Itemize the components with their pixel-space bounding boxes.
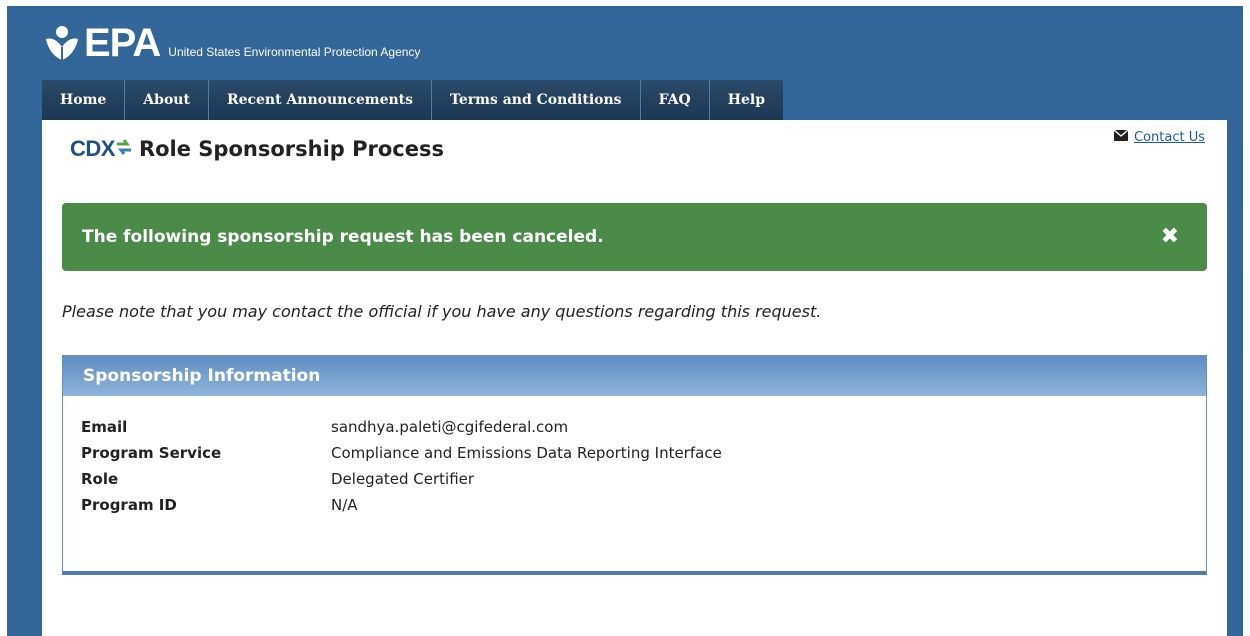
main-nav: Home About Recent Announcements Terms an…	[42, 80, 783, 120]
info-row-role: Role Delegated Certifier	[81, 466, 1206, 492]
nav-about[interactable]: About	[125, 80, 209, 120]
nav-home[interactable]: Home	[42, 80, 126, 120]
nav-help[interactable]: Help	[709, 80, 783, 120]
info-value: Delegated Certifier	[331, 470, 475, 488]
nav-terms-and-conditions[interactable]: Terms and Conditions	[432, 80, 641, 120]
epa-logo-text[interactable]: EPA	[84, 23, 161, 63]
info-label: Program Service	[81, 444, 222, 462]
info-label: Program ID	[81, 496, 177, 514]
sponsorship-info-panel: Sponsorship Information Email sandhya.pa…	[62, 355, 1207, 575]
nav-recent-announcements[interactable]: Recent Announcements	[208, 80, 433, 120]
alert-message: The following sponsorship request has be…	[82, 227, 604, 247]
success-alert: The following sponsorship request has be…	[62, 203, 1207, 271]
info-row-email: Email sandhya.paleti@cgifederal.com	[81, 414, 1206, 440]
nav-faq[interactable]: FAQ	[640, 80, 710, 120]
panel-title: Sponsorship Information	[63, 356, 1206, 396]
info-row-program-id: Program ID N/A	[81, 492, 1206, 518]
page-title: Role Sponsorship Process	[138, 137, 444, 161]
info-row-program-service: Program Service Compliance and Emissions…	[81, 440, 1206, 466]
envelope-icon	[1113, 129, 1129, 145]
info-value: sandhya.paleti@cgifederal.com	[331, 418, 569, 436]
info-value: Compliance and Emissions Data Reporting …	[331, 444, 722, 462]
page-title-row: CDX Role Sponsorship Process	[70, 136, 444, 162]
agency-name: United States Environmental Protection A…	[168, 45, 421, 59]
site-header: EPA United States Environmental Protecti…	[42, 18, 420, 63]
cdx-logo: CDX	[70, 136, 115, 161]
cdx-arrows-icon	[115, 138, 133, 160]
info-value: N/A	[331, 496, 358, 514]
info-label: Role	[81, 470, 119, 488]
close-icon[interactable]: ✖	[1161, 226, 1179, 248]
contact-us: Contact Us	[1113, 129, 1205, 145]
epa-flower-icon	[42, 23, 82, 63]
info-label: Email	[81, 418, 128, 436]
main-content: Contact Us CDX Role Sponsorship Process …	[42, 120, 1227, 636]
info-note: Please note that you may contact the off…	[62, 302, 822, 321]
contact-us-link[interactable]: Contact Us	[1134, 130, 1205, 145]
